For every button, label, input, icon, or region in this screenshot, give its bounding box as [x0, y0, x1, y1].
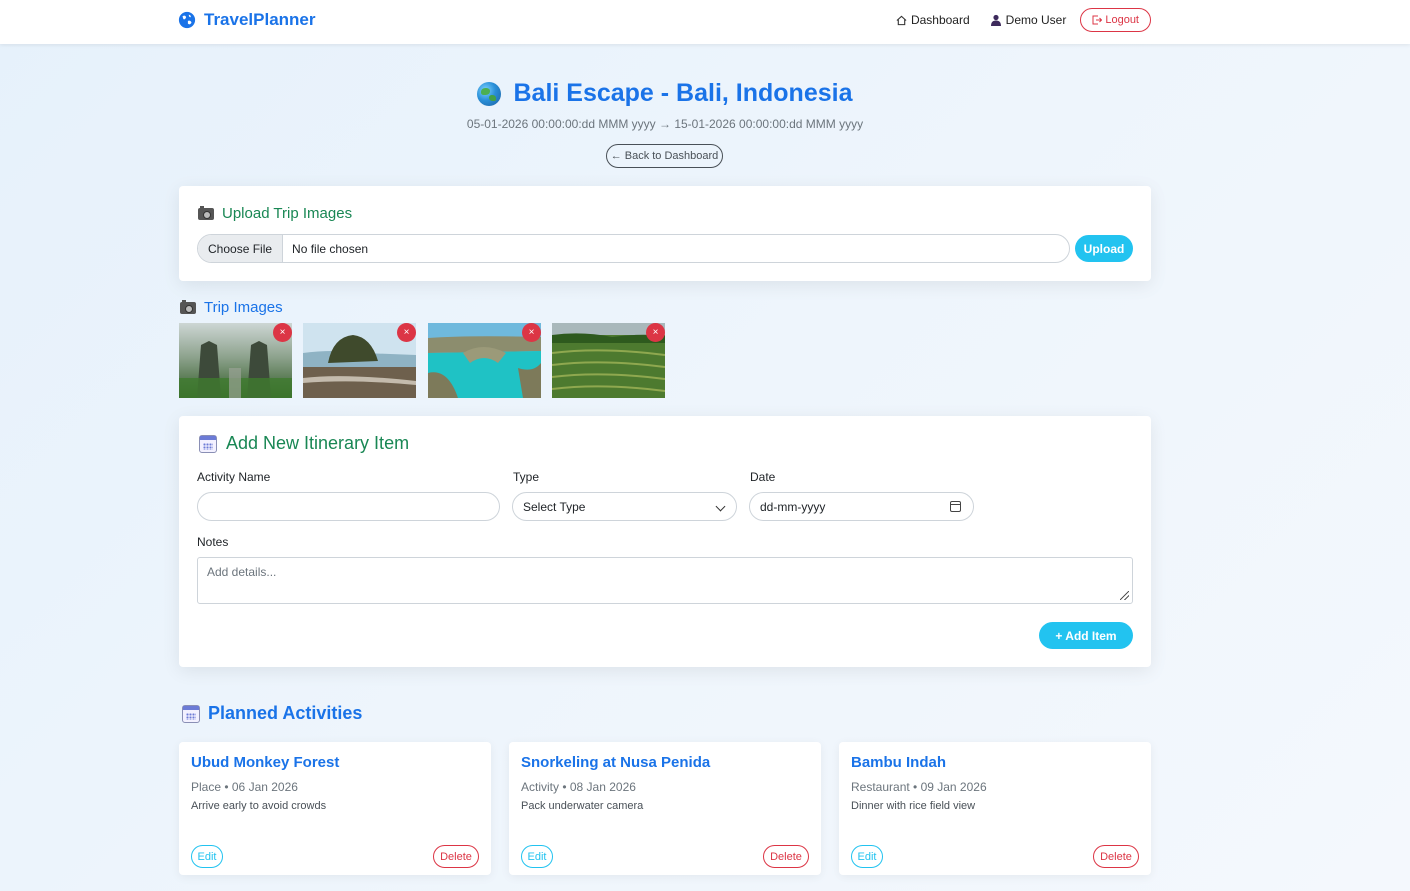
upload-heading-text: Upload Trip Images [222, 205, 353, 222]
notes-placeholder: Add details... [207, 565, 277, 579]
activity-name-input[interactable] [197, 492, 500, 521]
calendar-icon [199, 434, 217, 453]
globe-icon [178, 11, 196, 29]
edit-button[interactable]: Edit [521, 845, 553, 868]
activity-notes: Arrive early to avoid crowds [191, 800, 327, 812]
date-placeholder: dd-mm-yyyy [760, 499, 826, 514]
nav-right: Dashboard Demo User Logout [896, 8, 1151, 32]
back-to-dashboard-button[interactable]: ← Back to Dashboard [606, 144, 723, 168]
date-label: Date [750, 470, 776, 484]
edit-button[interactable]: Edit [851, 845, 883, 868]
trip-date-range: 05-01-2026 00:00:00:dd MMM yyyy → 15-01-… [466, 117, 864, 131]
type-selected-value: Select Type [523, 499, 586, 514]
activity-name: Bambu Indah [851, 754, 947, 771]
resize-handle-icon[interactable] [1120, 591, 1129, 600]
calendar-picker-icon[interactable] [950, 501, 961, 512]
activity-name: Ubud Monkey Forest [191, 754, 340, 771]
activity-meta: Place • 06 Jan 2026 [191, 780, 298, 794]
activity-card: Ubud Monkey Forest Place • 06 Jan 2026 A… [179, 742, 491, 875]
delete-button[interactable]: Delete [763, 845, 809, 868]
camera-icon [198, 205, 214, 220]
nav-user[interactable]: Demo User [990, 13, 1067, 27]
file-input[interactable]: Choose File No file chosen [197, 234, 1070, 263]
logout-button[interactable]: Logout [1080, 8, 1151, 32]
choose-file-button[interactable]: Choose File [198, 235, 284, 262]
upload-button[interactable]: Upload [1075, 235, 1133, 262]
activity-meta: Restaurant • 09 Jan 2026 [851, 780, 987, 794]
type-select[interactable]: Select Type [512, 492, 737, 521]
trip-image-thumbnail[interactable]: × [303, 323, 416, 398]
activity-name: Snorkeling at Nusa Penida [521, 754, 711, 771]
calendar-icon [182, 704, 200, 723]
home-icon [896, 15, 907, 25]
remove-image-button[interactable]: × [273, 323, 292, 342]
earth-globe-icon [477, 81, 502, 106]
trip-title: Bali Escape - Bali, Indonesia [513, 79, 853, 107]
logout-label: Logout [1105, 14, 1139, 26]
file-status-text: No file chosen [292, 241, 369, 256]
nav-user-label: Demo User [1005, 13, 1067, 27]
trip-image-thumbnail[interactable]: × [552, 323, 665, 398]
trip-images-heading: Trip Images [180, 299, 283, 316]
delete-button[interactable]: Delete [1093, 845, 1139, 868]
nav-dashboard-label: Dashboard [910, 13, 970, 27]
activity-card: Bambu Indah Restaurant • 09 Jan 2026 Din… [839, 742, 1151, 875]
activity-card: Snorkeling at Nusa Penida Activity • 08 … [509, 742, 821, 875]
brand-name: TravelPlanner [204, 10, 316, 29]
planned-activities-heading: Planned Activities [182, 703, 362, 724]
delete-button[interactable]: Delete [433, 845, 479, 868]
navbar: TravelPlanner Dashboard Demo User Logout [0, 0, 1410, 44]
logout-icon [1092, 15, 1103, 25]
itinerary-heading-text: Add New Itinerary Item [226, 433, 410, 453]
trip-image-thumbnail[interactable]: × [179, 323, 292, 398]
remove-image-button[interactable]: × [522, 323, 541, 342]
notes-textarea[interactable]: Add details... [197, 557, 1133, 604]
itinerary-form-card: Add New Itinerary Item Activity Name Typ… [179, 416, 1151, 667]
activity-notes: Pack underwater camera [521, 800, 644, 812]
edit-button[interactable]: Edit [191, 845, 223, 868]
itinerary-heading: Add New Itinerary Item [199, 433, 409, 454]
add-item-button[interactable]: + Add Item [1039, 622, 1133, 649]
notes-label: Notes [197, 535, 229, 549]
camera-icon [180, 299, 196, 314]
page-title: Bali Escape - Bali, Indonesia [0, 79, 1330, 108]
nav-dashboard-link[interactable]: Dashboard [896, 13, 970, 27]
date-input[interactable]: dd-mm-yyyy [749, 492, 974, 521]
remove-image-button[interactable]: × [397, 323, 416, 342]
trip-image-thumbnail[interactable]: × [428, 323, 541, 398]
brand-link[interactable]: TravelPlanner [178, 10, 316, 30]
planned-heading-text: Planned Activities [208, 703, 363, 723]
activity-notes: Dinner with rice field view [851, 800, 976, 812]
chevron-down-icon [715, 501, 726, 512]
upload-heading: Upload Trip Images [198, 205, 352, 222]
upload-card: Upload Trip Images Choose File No file c… [179, 186, 1151, 281]
activity-name-label: Activity Name [197, 470, 271, 484]
user-icon [990, 14, 1001, 26]
remove-image-button[interactable]: × [646, 323, 665, 342]
type-label: Type [513, 470, 540, 484]
activity-meta: Activity • 08 Jan 2026 [521, 780, 636, 794]
trip-images-heading-text: Trip Images [204, 299, 283, 316]
